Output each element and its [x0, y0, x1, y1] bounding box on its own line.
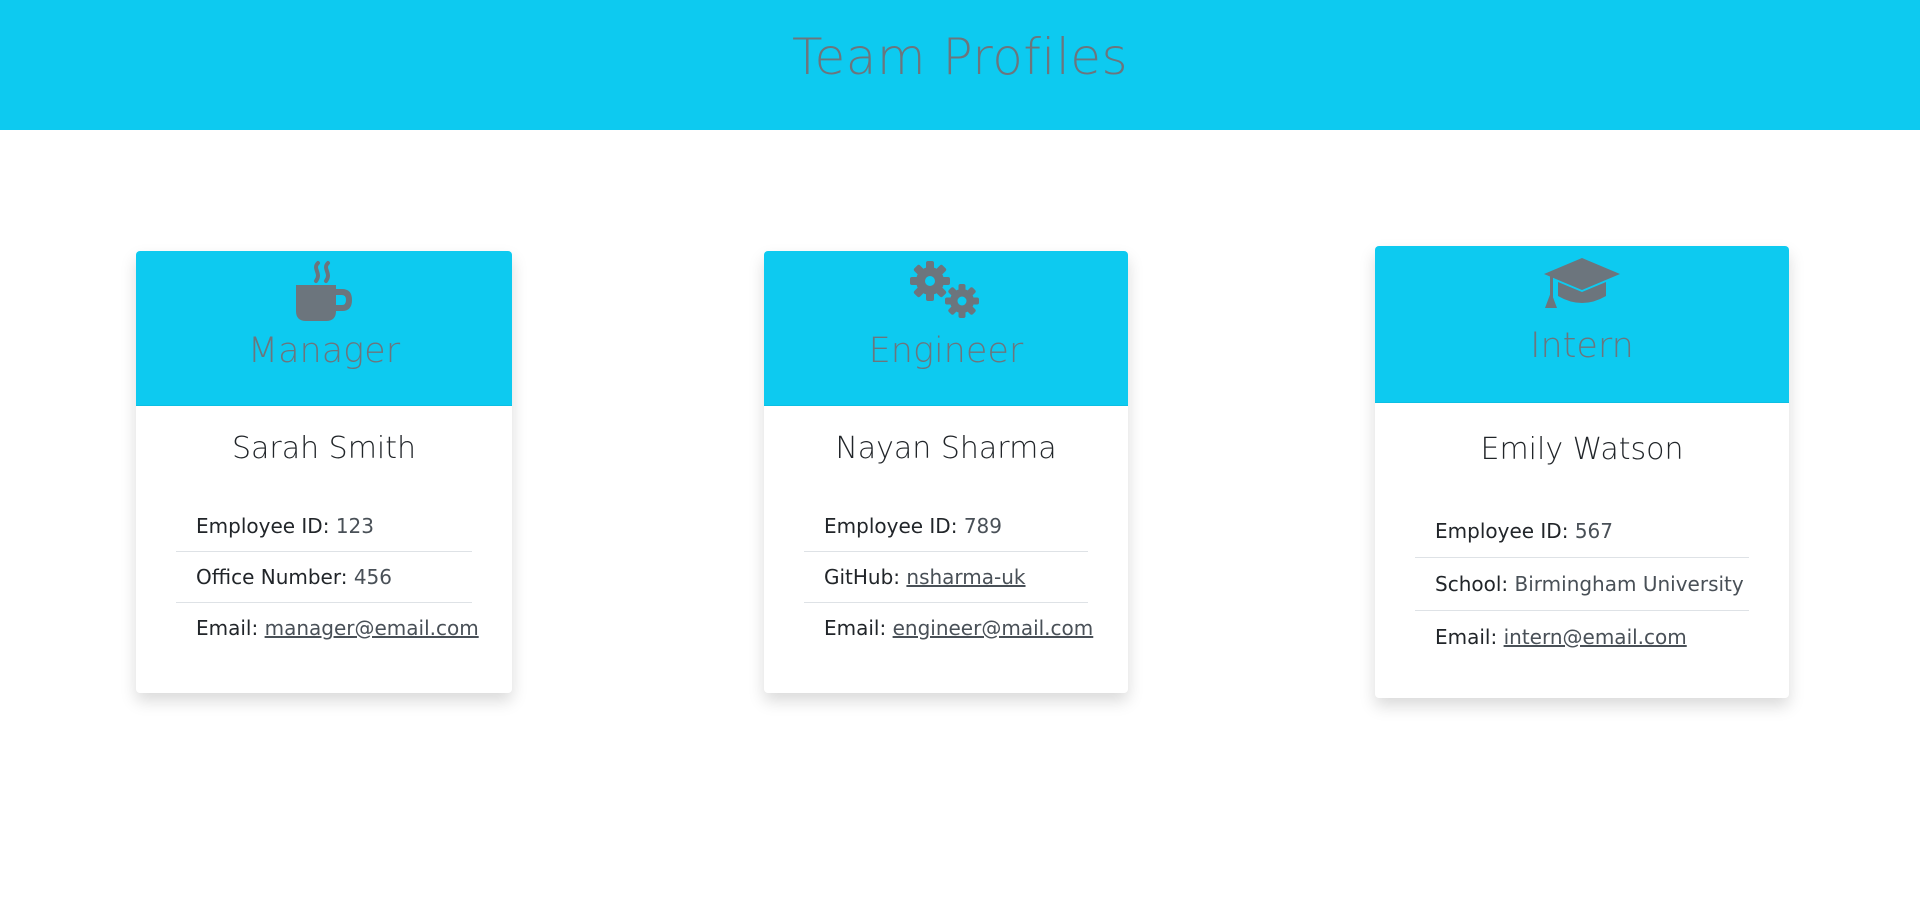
page-title: Team Profiles: [791, 28, 1129, 86]
list-item: Office Number: 456: [176, 552, 472, 603]
list-item: GitHub: nsharma-uk: [804, 552, 1088, 603]
list-item: Email: engineer@mail.com: [804, 603, 1093, 653]
field-label: GitHub:: [824, 565, 901, 589]
github-link[interactable]: nsharma-uk: [906, 565, 1025, 589]
employee-name: Emily Watson: [1480, 432, 1684, 467]
field-value: 456: [353, 565, 393, 589]
coffee-mug-icon: [292, 259, 356, 327]
list-item: Employee ID: 123: [176, 501, 472, 552]
employee-name: Nayan Sharma: [835, 431, 1057, 466]
gears-icon: [908, 259, 984, 327]
card-role: Manager: [247, 331, 401, 371]
graduation-cap-icon: [1542, 256, 1622, 318]
list-item: Email: intern@email.com: [1415, 611, 1749, 663]
manager-card: Manager Sarah Smith Employee ID: 123 Off…: [136, 251, 512, 693]
field-label: Employee ID:: [196, 514, 330, 538]
info-list: Employee ID: 789 GitHub: nsharma-uk Emai…: [804, 501, 1093, 653]
card-header: Engineer: [764, 251, 1128, 406]
email-link[interactable]: manager@email.com: [265, 616, 479, 640]
field-label: Email:: [1435, 625, 1498, 649]
list-item: Employee ID: 567: [1415, 505, 1749, 558]
field-label: School:: [1435, 572, 1509, 596]
page-header: Team Profiles: [0, 0, 1920, 130]
field-label: Email:: [196, 616, 259, 640]
card-role: Engineer: [868, 331, 1024, 371]
field-label: Email:: [824, 616, 887, 640]
list-item: Email: manager@email.com: [176, 603, 479, 653]
field-value: 567: [1574, 519, 1613, 543]
email-link[interactable]: intern@email.com: [1504, 625, 1687, 649]
card-header: Intern: [1375, 246, 1789, 403]
card-header: Manager: [136, 251, 512, 406]
field-value: 789: [963, 514, 1002, 538]
field-label: Office Number:: [196, 565, 348, 589]
list-item: Employee ID: 789: [804, 501, 1088, 552]
field-label: Employee ID:: [824, 514, 958, 538]
employee-name: Sarah Smith: [231, 431, 417, 466]
email-link[interactable]: engineer@mail.com: [893, 616, 1094, 640]
field-label: Employee ID:: [1435, 519, 1569, 543]
engineer-card: Engineer Nayan Sharma Employee ID: 789 G…: [764, 251, 1128, 693]
intern-card: Intern Emily Watson Employee ID: 567 Sch…: [1375, 246, 1789, 698]
field-value: Birmingham University: [1514, 572, 1744, 596]
card-role: Intern: [1530, 326, 1634, 366]
info-list: Employee ID: 123 Office Number: 456 Emai…: [176, 501, 479, 653]
list-item: School: Birmingham University: [1415, 558, 1749, 611]
info-list: Employee ID: 567 School: Birmingham Univ…: [1415, 505, 1749, 663]
field-value: 123: [335, 514, 374, 538]
